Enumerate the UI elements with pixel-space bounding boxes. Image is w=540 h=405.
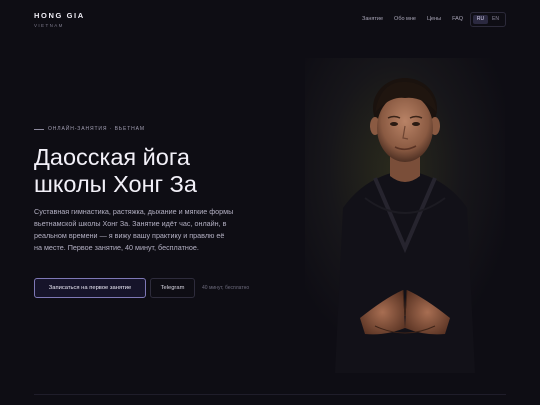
hero-description: Суставная гимнастика, растяжка, дыхание … (34, 207, 234, 252)
section-divider (34, 394, 506, 395)
nav-item-prices[interactable]: Цены (427, 16, 441, 23)
nav-item-lesson[interactable]: Занятие (362, 16, 383, 23)
hero-title: Даосская йога школы Хонг За (34, 144, 294, 198)
eyebrow-text: ОНЛАЙН-ЗАНЯТИЯ · ВЬЕТНАМ (48, 126, 145, 132)
language-switcher: RU EN (470, 12, 506, 27)
eyebrow-line (34, 128, 44, 130)
lang-ru-button[interactable]: RU (473, 15, 488, 24)
nav-item-faq[interactable]: FAQ (452, 16, 463, 23)
nav-item-about[interactable]: Обо мне (394, 16, 416, 23)
hero-title-line1: Даосская йога (34, 144, 190, 170)
eyebrow: ОНЛАЙН-ЗАНЯТИЯ · ВЬЕТНАМ (34, 126, 145, 132)
cta-note: 40 минут, бесплатно (202, 285, 250, 291)
telegram-button[interactable]: Telegram (150, 278, 195, 298)
logo-subtitle: VIETNAM (34, 23, 64, 28)
hero-title-line2: школы Хонг За (34, 171, 197, 197)
portrait-photo (305, 58, 505, 373)
lang-en-button[interactable]: EN (488, 15, 503, 24)
site-header: HONG GIA VIETNAM Занятие Обо мне Цены FA… (0, 0, 540, 40)
logo[interactable]: HONG GIA VIETNAM (34, 11, 85, 28)
main-nav: Занятие Обо мне Цены FAQ (362, 16, 474, 23)
signup-button[interactable]: Записаться на первое занятие (34, 278, 146, 298)
logo-name: HONG GIA (34, 11, 85, 20)
